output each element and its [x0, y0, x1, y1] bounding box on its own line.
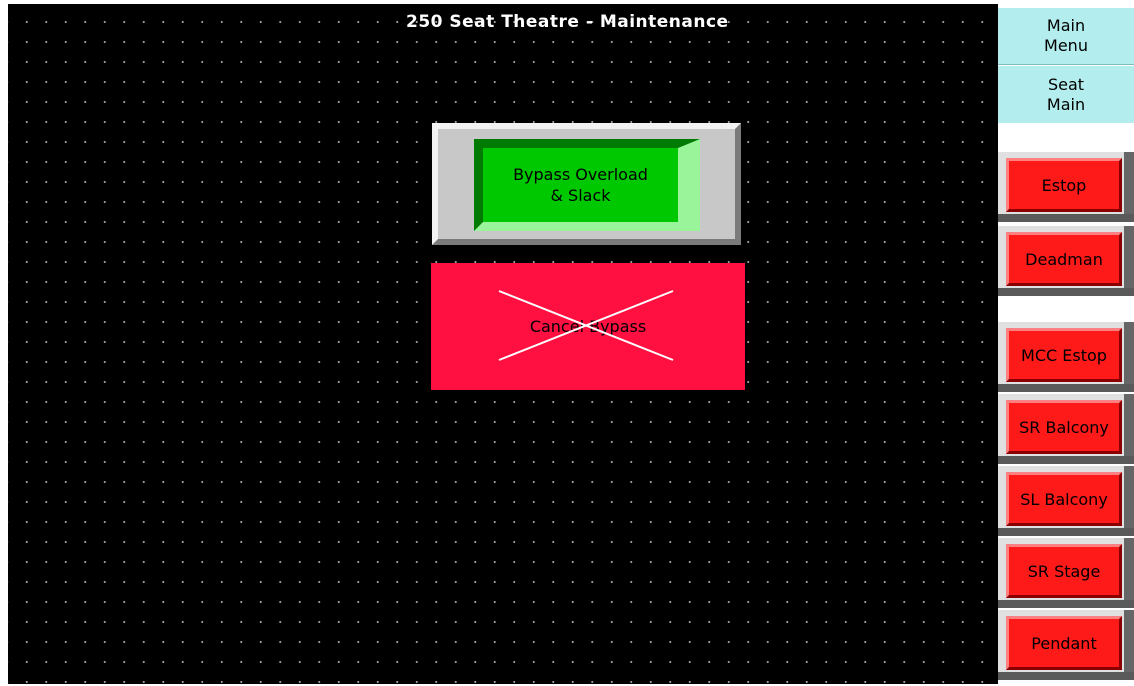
button-shadow-right: [1124, 610, 1134, 680]
button-shadow-right: [1124, 538, 1134, 608]
button-shadow-bottom: [998, 528, 1134, 536]
estop-label: Estop: [1006, 158, 1122, 212]
pendant-label: Pendant: [1006, 616, 1122, 670]
disabled-cross-icon: [498, 290, 674, 361]
sr-balcony-label: SR Balcony: [1006, 400, 1122, 454]
seat-main-button[interactable]: Seat Main: [998, 66, 1134, 123]
cancel-bypass-button[interactable]: Cancel Bypass: [431, 263, 745, 390]
bypass-button-label: Bypass Overload & Slack: [513, 165, 648, 205]
button-shadow-bottom: [998, 672, 1134, 680]
bypass-overload-slack-button[interactable]: Bypass Overload & Slack: [432, 123, 741, 245]
mcc-estop-label: MCC Estop: [1006, 328, 1122, 382]
button-shadow-bottom: [998, 384, 1134, 392]
pendant-indicator-button[interactable]: Pendant: [998, 610, 1134, 680]
main-menu-button[interactable]: Main Menu: [998, 8, 1134, 65]
button-shadow-right: [1124, 152, 1134, 222]
sr-balcony-indicator-button[interactable]: SR Balcony: [998, 394, 1134, 464]
button-shadow-bottom: [998, 456, 1134, 464]
button-shadow-right: [1124, 394, 1134, 464]
deadman-indicator-button[interactable]: Deadman: [998, 226, 1134, 296]
deadman-label: Deadman: [1006, 232, 1122, 286]
mcc-estop-indicator-button[interactable]: MCC Estop: [998, 322, 1134, 392]
button-shadow-right: [1124, 322, 1134, 392]
button-shadow-right: [1124, 226, 1134, 296]
sr-stage-indicator-button[interactable]: SR Stage: [998, 538, 1134, 608]
bypass-button-face[interactable]: Bypass Overload & Slack: [474, 139, 700, 231]
button-shadow-bottom: [998, 288, 1134, 296]
button-shadow-right: [1124, 466, 1134, 536]
button-shadow-bottom: [998, 600, 1134, 608]
button-shadow-bottom: [998, 214, 1134, 222]
page-title: 250 Seat Theatre - Maintenance: [406, 12, 729, 32]
sr-stage-label: SR Stage: [1006, 544, 1122, 598]
sl-balcony-indicator-button[interactable]: SL Balcony: [998, 466, 1134, 536]
sl-balcony-label: SL Balcony: [1006, 472, 1122, 526]
estop-indicator-button[interactable]: Estop: [998, 152, 1134, 222]
